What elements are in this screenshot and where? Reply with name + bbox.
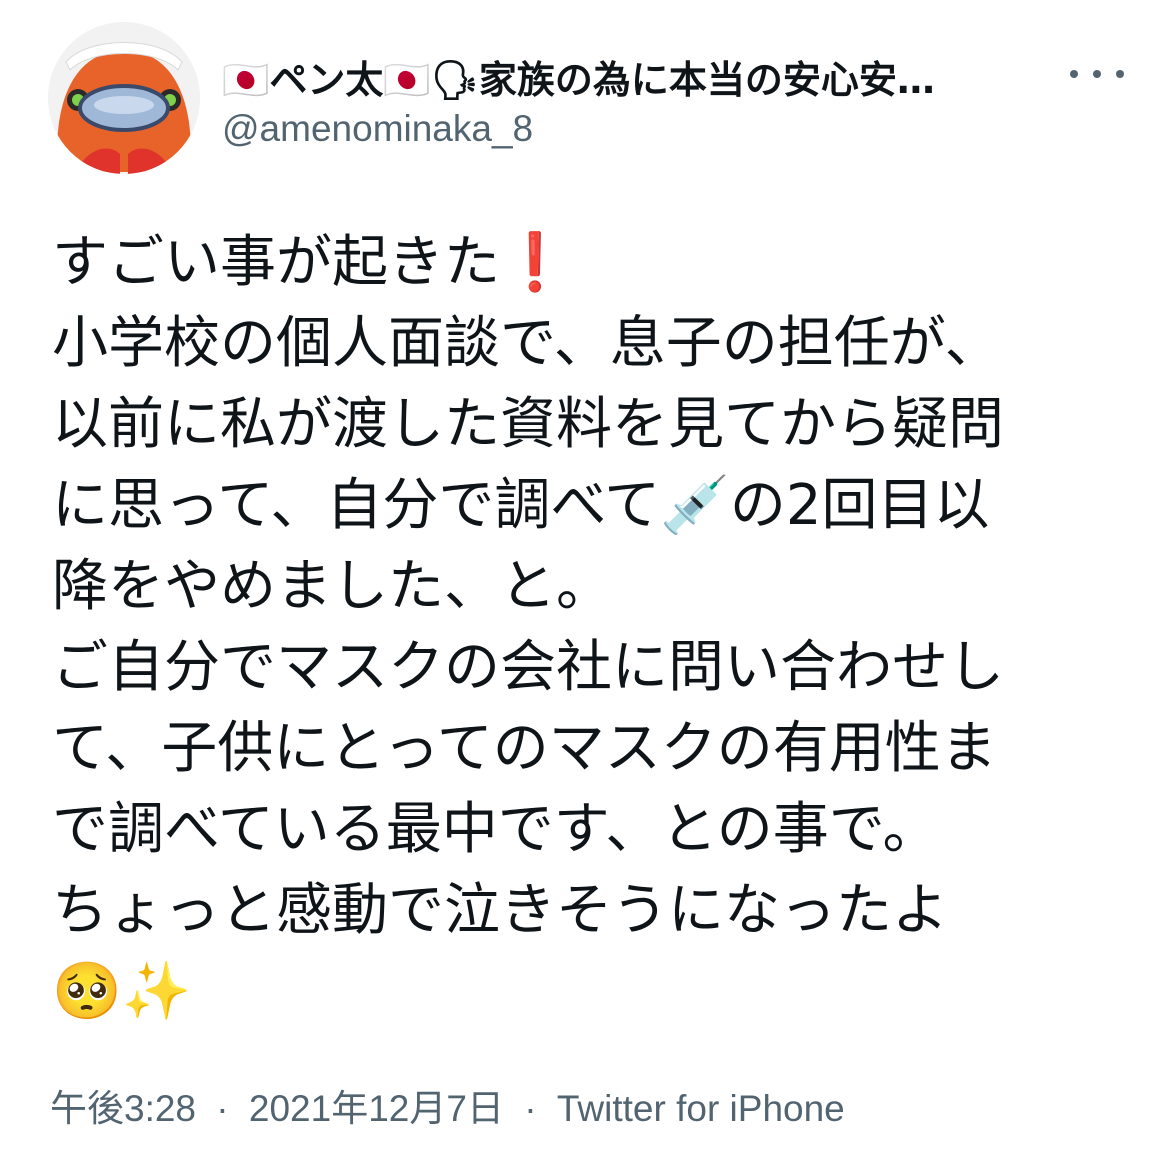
more-dot-icon — [1093, 70, 1101, 78]
tweet-line: 小学校の個人面談で、息子の担任が、 — [52, 311, 1001, 376]
tweet-card: 🇯🇵ペン太🇯🇵🗣家族の為に本当の安心安… @amenominaka_8 すごい事… — [0, 0, 1170, 1163]
tweet-line: ご自分でマスクの会社に問い合わせし — [52, 635, 1004, 700]
tweet-time[interactable]: 午後3:28 — [50, 1088, 196, 1129]
more-dot-icon — [1070, 70, 1078, 78]
display-name[interactable]: 🇯🇵ペン太🇯🇵🗣家族の為に本当の安心安… — [222, 49, 935, 104]
tweet-metadata: 午後3:28 · 2021年12月7日 · Twitter for iPhone — [50, 1078, 845, 1132]
tweet-line: すごい事が起きた❗️ — [52, 230, 570, 295]
tweet-line: て、子供にとってのマスクの有用性ま — [52, 716, 997, 781]
tweet-line: 以前に私が渡した資料を見てから疑問 — [52, 392, 1004, 457]
tweet-line: で調べている最中です、との事で。 — [52, 797, 939, 862]
tweet-date[interactable]: 2021年12月7日 — [249, 1088, 504, 1129]
tweet-source-link[interactable]: Twitter for iPhone — [557, 1088, 845, 1129]
tweet-text: すごい事が起きた❗️ 小学校の個人面談で、息子の担任が、 以前に私が渡した資料を… — [52, 222, 1142, 1032]
tweet-line: 降をやめました、と。 — [52, 554, 612, 619]
author-name-row[interactable]: 🇯🇵ペン太🇯🇵🗣家族の為に本当の安心安… — [222, 48, 1022, 104]
avatar[interactable] — [48, 22, 200, 174]
tweet-line: ちょっと感動で泣きそうになったよ — [52, 878, 948, 943]
tweet-line: 🥺✨ — [52, 959, 192, 1024]
author-handle[interactable]: @amenominaka_8 — [222, 108, 533, 150]
meta-separator: · — [524, 1088, 537, 1129]
penguin-avatar-icon — [48, 22, 200, 174]
more-options-button[interactable] — [1070, 56, 1124, 92]
more-dot-icon — [1116, 70, 1124, 78]
meta-separator: · — [216, 1088, 229, 1129]
tweet-line: に思って、自分で調べて💉の2回目以 — [52, 473, 990, 538]
